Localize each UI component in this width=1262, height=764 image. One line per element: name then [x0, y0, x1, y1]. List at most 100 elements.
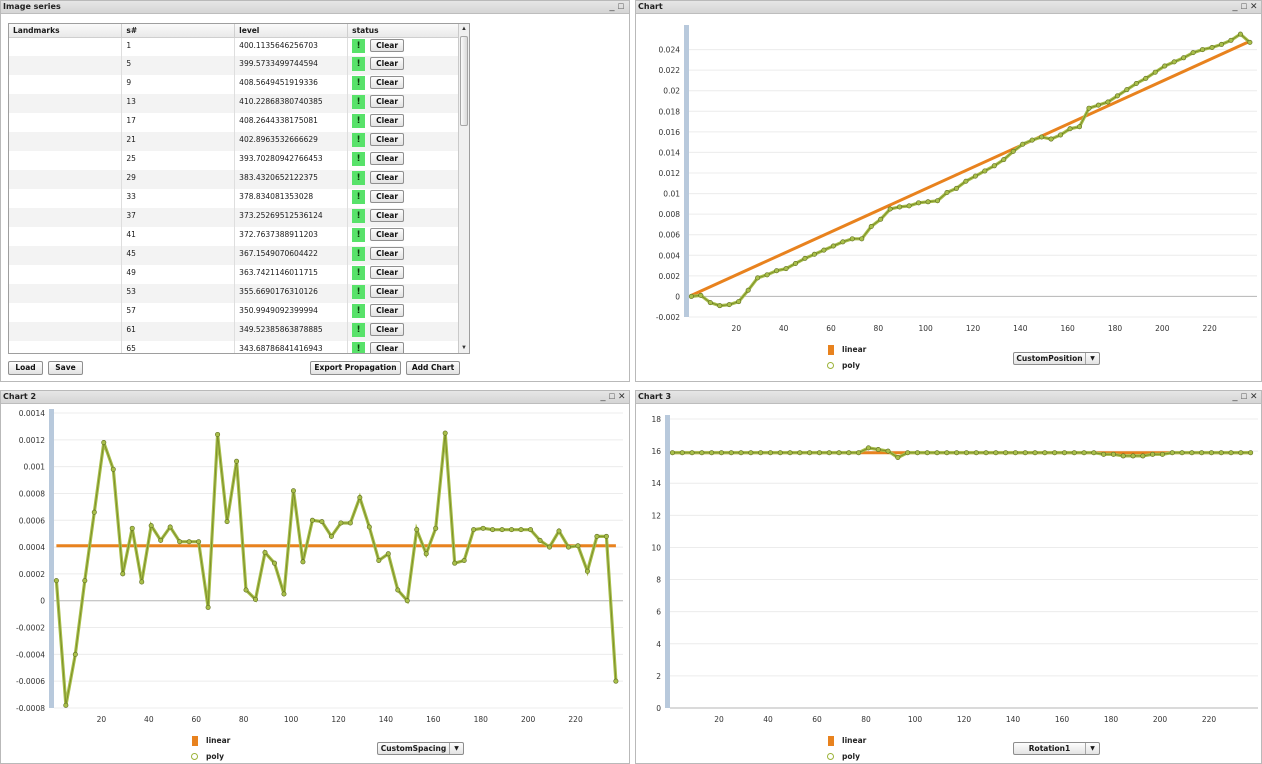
column-header-status[interactable]: status: [347, 24, 460, 38]
cell-landmark[interactable]: [9, 265, 123, 284]
table-row[interactable]: 37 373.25269512536124! Clear: [9, 208, 460, 227]
cell-landmark[interactable]: [9, 132, 123, 151]
clear-button[interactable]: Clear: [370, 133, 405, 146]
legend-item-poly[interactable]: poly: [827, 361, 866, 377]
table-row[interactable]: 13 410.22868380740385! Clear: [9, 94, 460, 113]
chevron-down-icon[interactable]: ▼: [449, 743, 463, 754]
chart-1-series-selector[interactable]: CustomPosition ▼: [1013, 352, 1100, 365]
cell-landmark[interactable]: [9, 56, 123, 75]
legend-item-poly[interactable]: poly: [191, 752, 230, 763]
y-tick-label: 0.0006: [19, 516, 45, 525]
table-row[interactable]: 45 367.1549070604422! Clear: [9, 246, 460, 265]
scrollbar-thumb[interactable]: [460, 36, 468, 126]
minimize-icon[interactable]: _: [1232, 1, 1241, 11]
cell-landmark[interactable]: [9, 75, 123, 94]
clear-button[interactable]: Clear: [370, 323, 405, 336]
clear-button[interactable]: Clear: [370, 285, 405, 298]
cell-landmark[interactable]: [9, 227, 123, 246]
column-header-s-number[interactable]: s#: [121, 24, 236, 38]
clear-button[interactable]: Clear: [370, 95, 405, 108]
cell-landmark[interactable]: [9, 303, 123, 322]
cell-landmark[interactable]: [9, 170, 123, 189]
minimize-icon[interactable]: _: [1232, 391, 1241, 401]
data-point: [139, 579, 145, 585]
table-row[interactable]: 21 402.8963532666629! Clear: [9, 132, 460, 151]
minimize-icon[interactable]: _: [600, 391, 609, 401]
table-row[interactable]: 65 343.68786841416943! Clear: [9, 341, 460, 353]
x-tick-label: 200: [1155, 324, 1170, 333]
close-icon[interactable]: ✕: [1250, 391, 1259, 402]
legend-item-linear[interactable]: linear: [828, 736, 866, 752]
maximize-icon[interactable]: □: [618, 1, 627, 11]
clear-button[interactable]: Clear: [370, 114, 405, 127]
column-header-landmarks[interactable]: Landmarks: [9, 24, 123, 38]
clear-button[interactable]: Clear: [370, 57, 405, 70]
clear-button[interactable]: Clear: [370, 190, 405, 203]
clear-button[interactable]: Clear: [370, 342, 405, 353]
add-chart-button[interactable]: Add Chart: [406, 361, 460, 375]
legend-item-linear[interactable]: linear: [192, 736, 230, 752]
maximize-icon[interactable]: □: [609, 391, 618, 401]
export-propagation-button[interactable]: Export Propagation: [310, 361, 401, 375]
cell-landmark[interactable]: [9, 341, 123, 353]
cell-landmark[interactable]: [9, 151, 123, 170]
cell-landmark[interactable]: [9, 246, 123, 265]
data-point: [528, 527, 534, 533]
maximize-icon[interactable]: □: [1241, 1, 1250, 11]
load-button[interactable]: Load: [8, 361, 43, 375]
table-row[interactable]: 29 383.4320652122375! Clear: [9, 170, 460, 189]
clear-button[interactable]: Clear: [370, 209, 405, 222]
chevron-down-icon[interactable]: ▼: [1085, 743, 1099, 754]
series-linear-line: [690, 39, 1251, 297]
chart-3-series-selector[interactable]: Rotation1 ▼: [1013, 742, 1100, 755]
table-row[interactable]: 9 408.5649451919336! Clear: [9, 75, 460, 94]
data-point: [490, 527, 496, 533]
close-icon[interactable]: ✕: [618, 391, 627, 402]
x-tick-label: 40: [779, 324, 789, 333]
clear-button[interactable]: Clear: [370, 304, 405, 317]
chevron-down-icon[interactable]: ▼: [1085, 353, 1099, 364]
cell-landmark[interactable]: [9, 284, 123, 303]
clear-button[interactable]: Clear: [370, 152, 405, 165]
scroll-down-icon[interactable]: ▼: [460, 344, 468, 352]
cell-landmark[interactable]: [9, 189, 123, 208]
close-icon[interactable]: ✕: [1250, 1, 1259, 12]
cell-landmark[interactable]: [9, 113, 123, 132]
table-vertical-scrollbar[interactable]: ▲ ▼: [458, 24, 469, 353]
table-row[interactable]: 25 393.70280942766453! Clear: [9, 151, 460, 170]
table-row[interactable]: 1 400.1135646256703! Clear: [9, 37, 460, 56]
clear-button[interactable]: Clear: [370, 266, 405, 279]
clear-button[interactable]: Clear: [370, 38, 405, 52]
table-row[interactable]: 17 408.2644338175081! Clear: [9, 113, 460, 132]
clear-button[interactable]: Clear: [370, 76, 405, 89]
data-point: [518, 527, 524, 533]
minimize-icon[interactable]: _: [609, 1, 618, 11]
legend-item-poly[interactable]: poly: [827, 752, 866, 763]
data-point: [944, 450, 950, 456]
data-point: [205, 604, 211, 610]
y-tick-label: 0.02: [663, 87, 680, 96]
clear-button[interactable]: Clear: [370, 171, 405, 184]
maximize-icon[interactable]: □: [1241, 391, 1250, 401]
cell-landmark[interactable]: [9, 322, 123, 341]
clear-button[interactable]: Clear: [370, 228, 405, 241]
table-row[interactable]: 49 363.7421146011715! Clear: [9, 265, 460, 284]
data-point: [1086, 105, 1092, 111]
legend-item-linear[interactable]: linear: [828, 345, 866, 361]
cell-landmark[interactable]: [9, 37, 123, 56]
scroll-up-icon[interactable]: ▲: [460, 25, 468, 33]
table-row[interactable]: 41 372.7637388911203! Clear: [9, 227, 460, 246]
cell-level: 373.25269512536124: [234, 208, 349, 227]
save-button[interactable]: Save: [48, 361, 83, 375]
cell-landmark[interactable]: [9, 94, 123, 113]
table-row[interactable]: 57 350.9949092399994! Clear: [9, 303, 460, 322]
table-row[interactable]: 5 399.5733499744594! Clear: [9, 56, 460, 75]
chart-2-series-selector[interactable]: CustomSpacing ▼: [377, 742, 464, 755]
clear-button[interactable]: Clear: [370, 247, 405, 260]
column-header-level[interactable]: level: [234, 24, 349, 38]
table-row[interactable]: 33 378.834081353028! Clear: [9, 189, 460, 208]
window-controls: _□✕: [600, 391, 627, 402]
table-row[interactable]: 61 349.52385863878885! Clear: [9, 322, 460, 341]
table-row[interactable]: 53 355.6690176310126! Clear: [9, 284, 460, 303]
cell-landmark[interactable]: [9, 208, 123, 227]
